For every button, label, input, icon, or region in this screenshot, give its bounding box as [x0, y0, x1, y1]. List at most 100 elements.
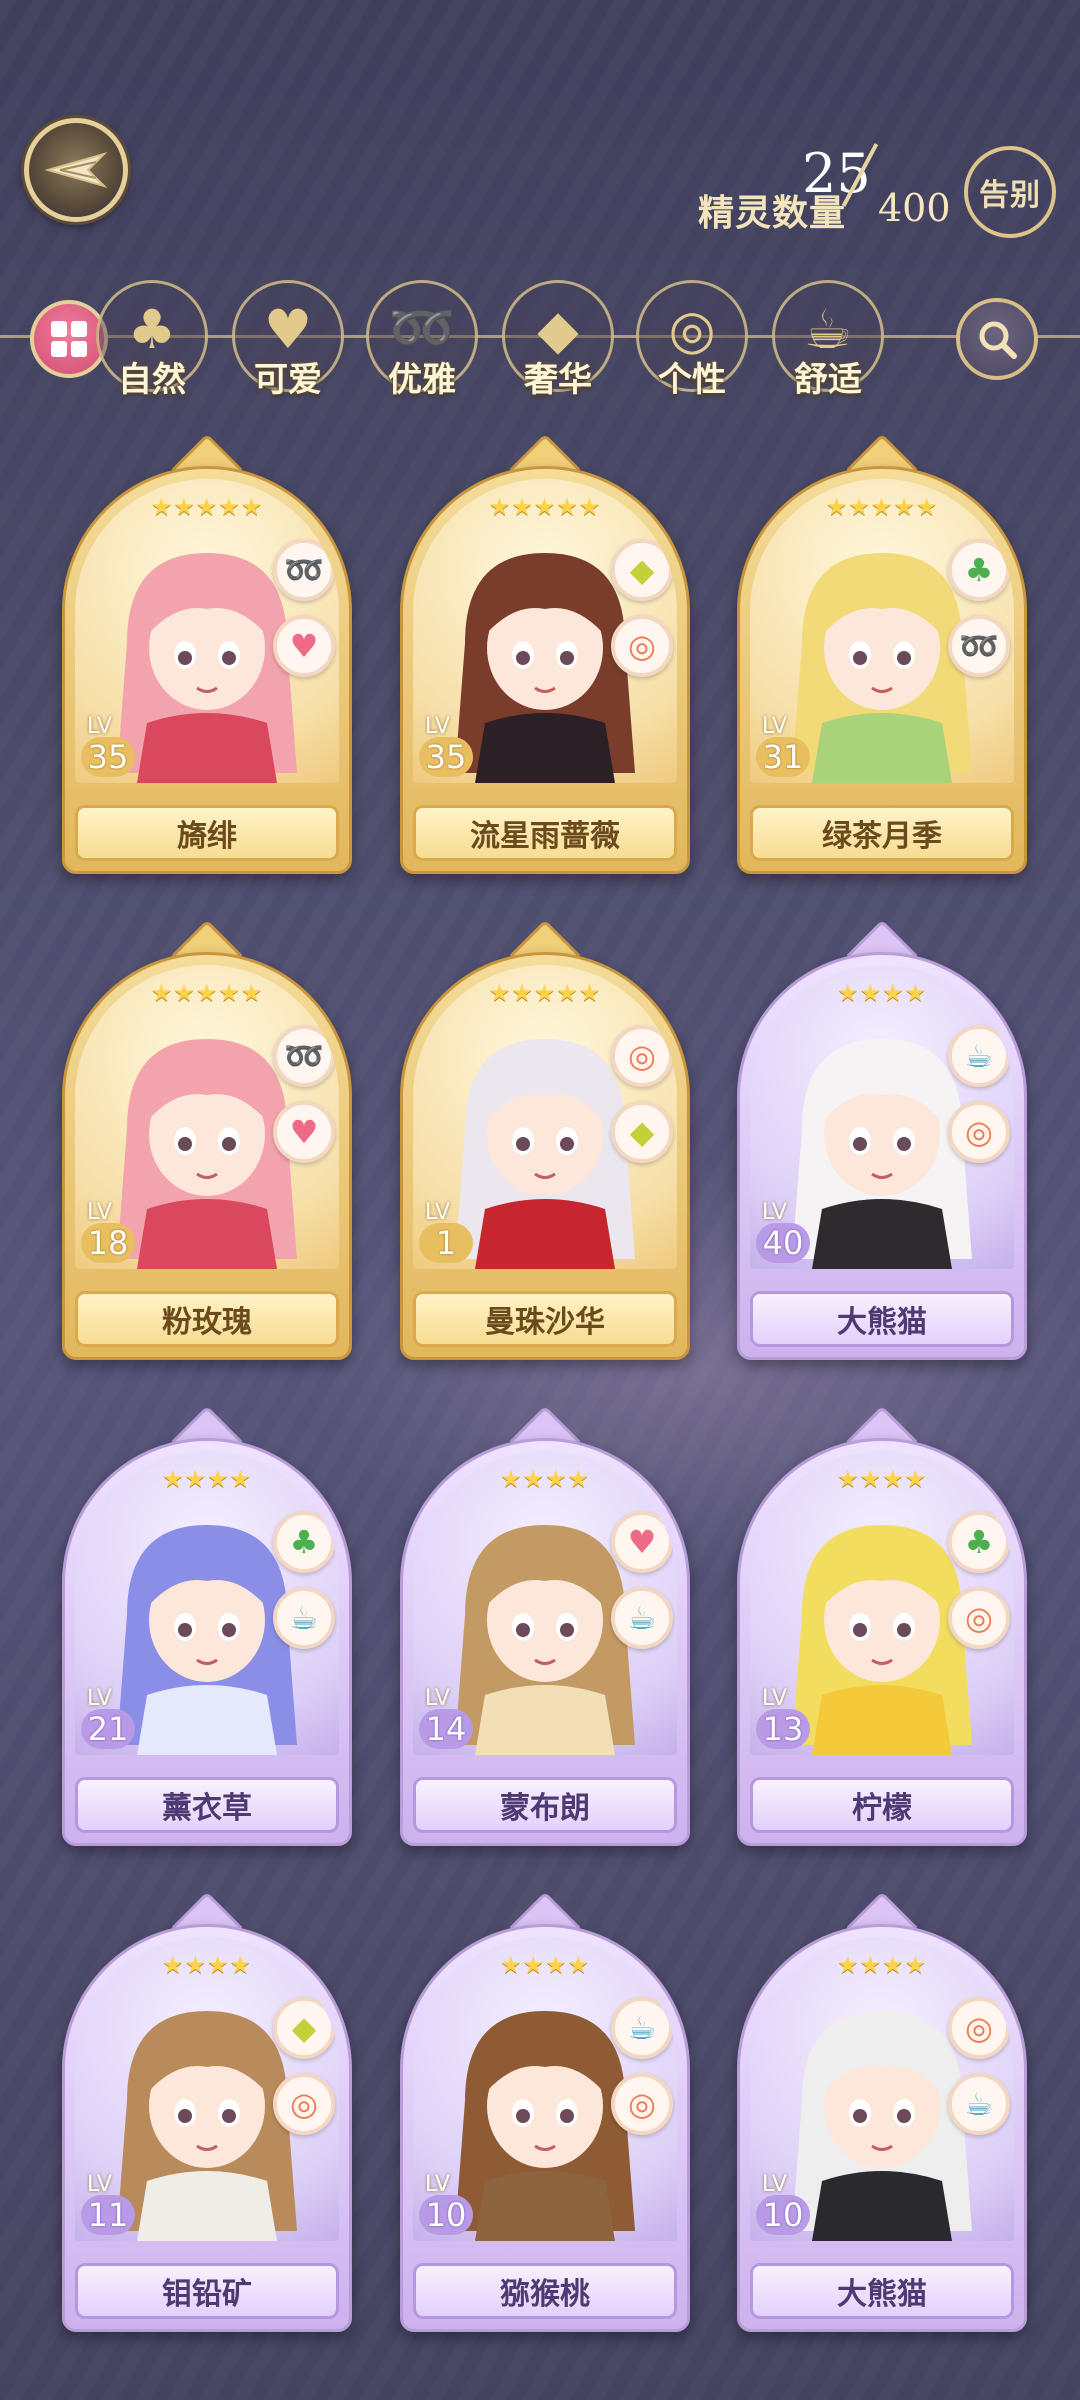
level-prefix: LV — [762, 2172, 787, 2197]
level-prefix: LV — [762, 714, 787, 739]
level-value: 35 — [419, 737, 473, 777]
heart-icon: ♥ — [611, 1511, 673, 1573]
card-portrait-area: ★★★★ LV 13 ♣ ◎ — [750, 1451, 1014, 1755]
heart-icon: ♥ — [273, 1101, 335, 1163]
level-value: 31 — [756, 737, 810, 777]
rarity-stars: ★★★★ — [161, 1951, 253, 1979]
spirit-card[interactable]: ★★★★ LV 40 ☕ ◎ 大熊猫 — [737, 919, 1027, 1360]
level-badge: LV 18 — [81, 1202, 135, 1263]
level-badge: LV 11 — [81, 2174, 135, 2235]
swan-icon: ➿ — [948, 615, 1010, 677]
card-frame: ★★★★★ LV 31 ♣ ➿ 绿茶月季 — [737, 466, 1027, 874]
glasses-icon: ◎ — [948, 1997, 1010, 2059]
rarity-stars: ★★★★★ — [150, 493, 264, 521]
card-frame: ★★★★ LV 40 ☕ ◎ 大熊猫 — [737, 952, 1027, 1360]
category-label: 可爱 — [254, 360, 322, 400]
category-label: 个性 — [658, 360, 726, 400]
teacup-icon: ☕ — [273, 1587, 335, 1649]
rarity-stars: ★★★★ — [836, 979, 928, 1007]
glasses-icon: ◎ — [948, 1101, 1010, 1163]
search-button[interactable] — [956, 298, 1038, 380]
level-badge: LV 35 — [81, 714, 135, 777]
spirit-count-max: 400 — [878, 186, 951, 230]
level-prefix: LV — [425, 2172, 450, 2197]
card-portrait-area: ★★★★★ LV 18 ➿ ♥ — [75, 965, 339, 1269]
rarity-stars: ★★★★ — [161, 1465, 253, 1493]
level-badge: LV 10 — [756, 2172, 810, 2235]
card-frame: ★★★★★ LV 35 ➿ ♥ 旖绯 — [62, 466, 352, 874]
farewell-label: 告别 — [979, 178, 1041, 213]
diamond-icon: ◆ — [273, 1997, 335, 2059]
spirit-name: 薰衣草 — [75, 1777, 339, 1833]
spirit-card[interactable]: ★★★★★ LV 1 ◎ ◆ 曼珠沙华 — [400, 919, 690, 1360]
spirit-name: 柠檬 — [750, 1777, 1014, 1833]
spirit-card[interactable]: ★★★★ LV 13 ♣ ◎ 柠檬 — [737, 1405, 1027, 1846]
rarity-stars: ★★★★★ — [488, 979, 602, 1007]
level-badge: LV 1 — [419, 1200, 473, 1263]
level-badge: LV 40 — [756, 1200, 810, 1263]
rarity-stars: ★★★★ — [836, 1951, 928, 1979]
card-portrait-area: ★★★★ LV 14 ♥ ☕ — [413, 1451, 677, 1755]
level-prefix: LV — [762, 1200, 787, 1225]
teacup-icon: ☕ — [611, 1587, 673, 1649]
glasses-icon: ◎ — [611, 615, 673, 677]
search-icon — [979, 321, 1017, 359]
card-frame: ★★★★ LV 10 ☕ ◎ 猕猴桃 — [400, 1924, 690, 2332]
card-frame: ★★★★ LV 14 ♥ ☕ 蒙布朗 — [400, 1438, 690, 1846]
spirit-card[interactable]: ★★★★★ LV 35 ◆ ◎ 流星雨蔷薇 — [400, 433, 690, 874]
rarity-stars: ★★★★★ — [488, 493, 602, 521]
clover-icon: ♣ — [273, 1511, 335, 1573]
spirit-card[interactable]: ★★★★★ LV 18 ➿ ♥ 粉玫瑰 — [62, 919, 352, 1360]
card-portrait-area: ★★★★ LV 10 ◎ ☕ — [750, 1937, 1014, 2241]
card-portrait-area: ★★★★ LV 40 ☕ ◎ — [750, 965, 1014, 1269]
card-portrait-area: ★★★★★ LV 35 ➿ ♥ — [75, 479, 339, 783]
level-prefix: LV — [762, 1686, 787, 1711]
category-label: 自然 — [118, 360, 186, 400]
level-value: 10 — [756, 2195, 810, 2235]
level-prefix: LV — [87, 1686, 112, 1711]
card-frame: ★★★★ LV 10 ◎ ☕ 大熊猫 — [737, 1924, 1027, 2332]
level-value: 10 — [419, 2195, 473, 2235]
card-portrait-area: ★★★★ LV 11 ◆ ◎ — [75, 1937, 339, 2241]
card-frame: ★★★★★ LV 1 ◎ ◆ 曼珠沙华 — [400, 952, 690, 1360]
spirit-card[interactable]: ★★★★★ LV 35 ➿ ♥ 旖绯 — [62, 433, 352, 874]
spirit-card[interactable]: ★★★★★ LV 31 ♣ ➿ 绿茶月季 — [737, 433, 1027, 874]
diamond-icon: ◆ — [611, 1101, 673, 1163]
back-button[interactable] — [24, 118, 128, 222]
spirit-card[interactable]: ★★★★ LV 11 ◆ ◎ 钼铅矿 — [62, 1891, 352, 2332]
spirit-card[interactable]: ★★★★ LV 14 ♥ ☕ 蒙布朗 — [400, 1405, 690, 1846]
category-label: 舒适 — [794, 360, 862, 400]
card-frame: ★★★★ LV 11 ◆ ◎ 钼铅矿 — [62, 1924, 352, 2332]
level-badge: LV 35 — [419, 714, 473, 777]
heart-icon: ♥ — [273, 615, 335, 677]
spirit-name: 大熊猫 — [750, 2263, 1014, 2319]
spirit-name: 大熊猫 — [750, 1291, 1014, 1347]
card-frame: ★★★★★ LV 18 ➿ ♥ 粉玫瑰 — [62, 952, 352, 1360]
spirit-card[interactable]: ★★★★ LV 10 ◎ ☕ 大熊猫 — [737, 1891, 1027, 2332]
card-portrait-area: ★★★★ LV 21 ♣ ☕ — [75, 1451, 339, 1755]
spirit-card[interactable]: ★★★★ LV 10 ☕ ◎ 猕猴桃 — [400, 1891, 690, 2332]
grid-icon — [51, 321, 87, 357]
rarity-stars: ★★★★ — [836, 1465, 928, 1493]
glasses-icon: ◎ — [611, 1025, 673, 1087]
spirit-name: 蒙布朗 — [413, 1777, 677, 1833]
diamond-icon: ◆ — [611, 539, 673, 601]
level-badge: LV 10 — [419, 2172, 473, 2235]
card-portrait-area: ★★★★★ LV 35 ◆ ◎ — [413, 479, 677, 783]
rarity-stars: ★★★★★ — [150, 979, 264, 1007]
clover-icon: ♣ — [948, 1511, 1010, 1573]
spirit-name: 绿茶月季 — [750, 805, 1014, 861]
teacup-icon: ☕ — [948, 2073, 1010, 2135]
rarity-stars: ★★★★ — [499, 1465, 591, 1493]
rarity-stars: ★★★★ — [499, 1951, 591, 1979]
level-prefix: LV — [425, 1200, 450, 1225]
farewell-button[interactable]: 告别 — [964, 146, 1056, 238]
level-prefix: LV — [425, 714, 450, 739]
spirit-name: 旖绯 — [75, 805, 339, 861]
spirit-card[interactable]: ★★★★ LV 21 ♣ ☕ 薰衣草 — [62, 1405, 352, 1846]
level-prefix: LV — [87, 714, 112, 739]
wing-icon — [44, 151, 108, 189]
glasses-icon: ◎ — [273, 2073, 335, 2135]
level-value: 35 — [81, 737, 135, 777]
spirit-name: 曼珠沙华 — [413, 1291, 677, 1347]
